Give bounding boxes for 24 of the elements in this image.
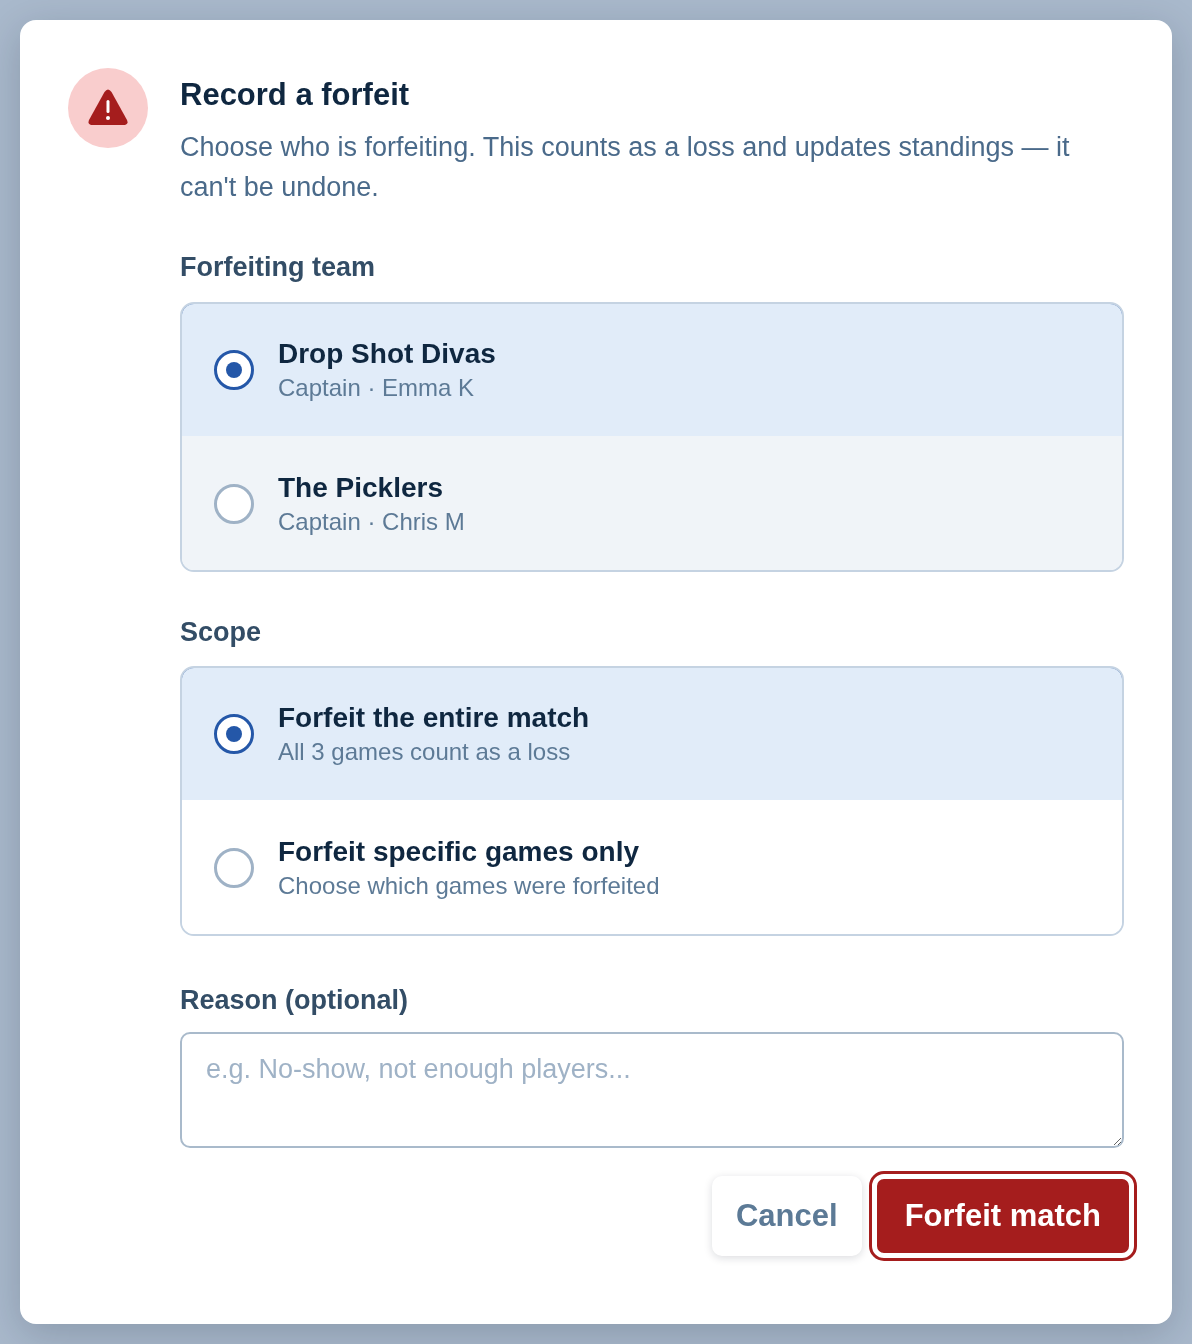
radio-button[interactable] — [214, 483, 254, 524]
radio-button[interactable] — [214, 349, 254, 390]
reason-field[interactable]: e.g. No-show, not enough players... — [180, 1032, 1124, 1149]
radio-option[interactable]: The Picklers Captain · Chris M — [182, 435, 1122, 570]
field-label: Reason (optional) — [180, 983, 409, 1017]
option-title: The Picklers — [278, 471, 444, 504]
option-subtitle: All 3 games count as a loss — [278, 737, 572, 766]
option-title: Forfeit specific games only — [278, 835, 640, 868]
section-label: Scope — [180, 615, 263, 648]
option-title: Forfeit the entire match — [278, 701, 590, 734]
option-subtitle: Choose which games were forfeited — [278, 871, 660, 900]
dialog-description: Choose who is forfeiting. This counts as a loss and updates standings — it can't be undone. — [180, 131, 1071, 205]
cancel-button[interactable]: Cancel — [711, 1176, 862, 1257]
warning-icon — [87, 89, 129, 127]
section-label: Forfeiting team — [180, 251, 376, 284]
radio-option[interactable]: Forfeit the entire match All 3 games count as a loss — [182, 667, 1122, 802]
option-subtitle: Captain · Chris M — [278, 507, 465, 536]
radio-option[interactable]: Drop Shot Divas Captain · Emma K — [182, 303, 1122, 438]
radio-button[interactable] — [214, 847, 254, 888]
option-subtitle: Captain · Emma K — [278, 373, 476, 402]
radio-option[interactable]: Forfeit specific games only Choose which games were forfeited — [182, 799, 1122, 934]
dialog-title: Record a forfeit — [180, 76, 411, 114]
option-title: Drop Shot Divas — [278, 337, 496, 370]
radio-button[interactable] — [214, 713, 254, 754]
